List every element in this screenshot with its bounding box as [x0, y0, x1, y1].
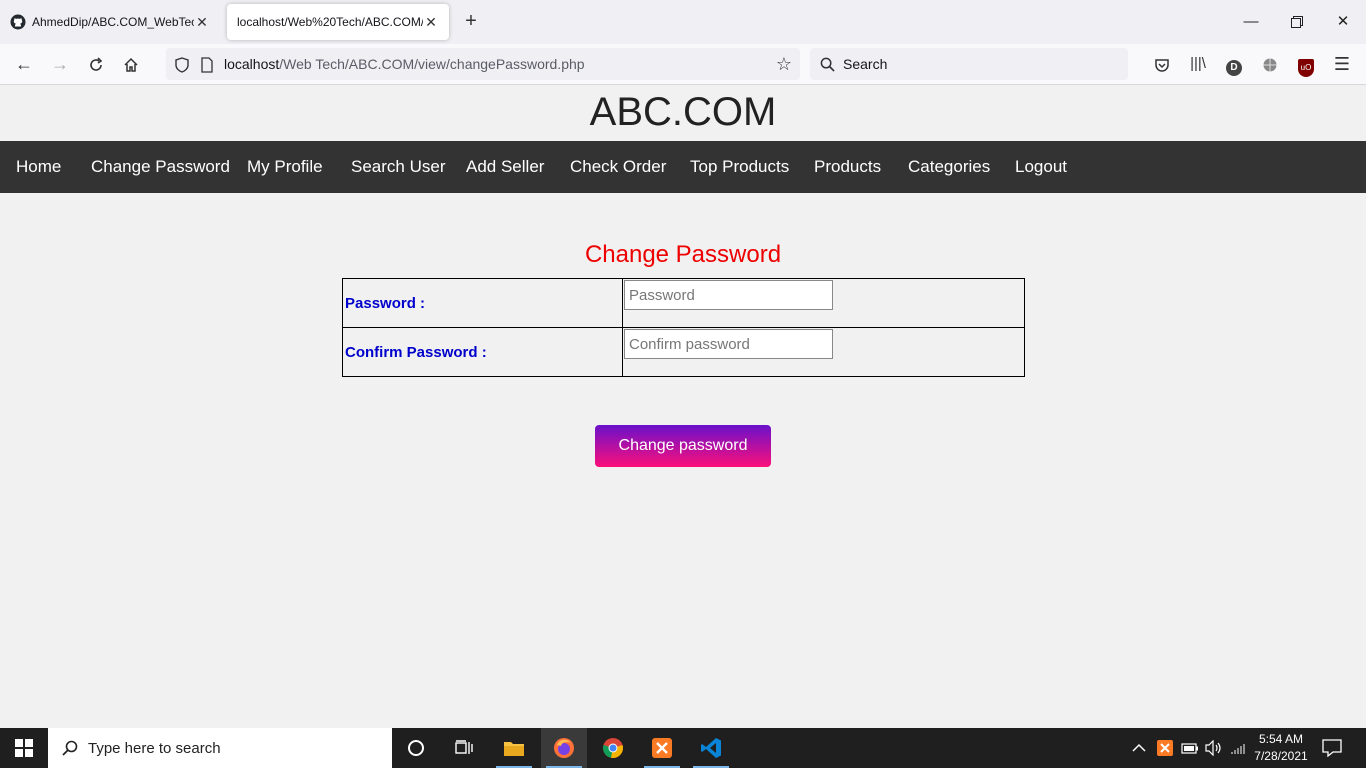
nav-products[interactable]: Products [814, 141, 881, 193]
search-placeholder: Search [843, 56, 888, 72]
restore-button[interactable] [1274, 8, 1320, 36]
nav-check-order[interactable]: Check Order [570, 141, 666, 193]
password-row: Password : [342, 278, 1025, 328]
confirm-password-row: Confirm Password : [342, 327, 1025, 377]
browser-tab-github[interactable]: AhmedDip/ABC.COM_WebTech ✕ [0, 4, 220, 40]
nav-home[interactable]: Home [16, 141, 61, 193]
back-icon[interactable]: ← [12, 52, 36, 76]
chrome-icon[interactable] [593, 728, 633, 768]
globe-icon[interactable] [1258, 52, 1282, 76]
minimize-button[interactable]: — [1228, 8, 1274, 36]
clock-date: 7/28/2021 [1254, 749, 1308, 763]
site-title: ABC.COM [589, 90, 777, 134]
address-bar[interactable]: localhost/Web Tech/ABC.COM/view/changePa… [166, 48, 800, 80]
web-page: ABC.COM Home Change Password My Profile … [0, 86, 1366, 728]
battery-icon[interactable] [1181, 728, 1199, 768]
xampp-tray-icon[interactable] [1157, 728, 1173, 768]
close-window-button[interactable]: ✕ [1320, 8, 1366, 36]
change-password-button[interactable]: Change password [595, 425, 771, 467]
nav-change-password[interactable]: Change Password [91, 141, 230, 193]
menu-icon[interactable]: ☰ [1330, 52, 1354, 76]
nav-my-profile[interactable]: My Profile [247, 141, 323, 193]
browser-search-field[interactable]: Search [810, 48, 1128, 80]
nav-logout[interactable]: Logout [1015, 141, 1067, 193]
browser-tab-localhost[interactable]: localhost/Web%20Tech/ABC.COM/ ✕ [227, 4, 449, 40]
clock-time: 5:54 AM [1258, 732, 1304, 746]
nav-top-products[interactable]: Top Products [690, 141, 789, 193]
change-password-form: Password : Confirm Password : [342, 278, 1025, 377]
confirm-password-cell [622, 327, 1025, 377]
reload-icon[interactable] [84, 52, 108, 76]
firefox-icon[interactable] [541, 728, 587, 768]
vscode-icon[interactable] [691, 728, 731, 768]
close-tab-icon[interactable]: ✕ [423, 14, 439, 31]
password-label: Password : [342, 278, 623, 328]
tab-title: AhmedDip/ABC.COM_WebTech [32, 15, 194, 29]
cortana-icon[interactable] [396, 728, 436, 768]
network-icon[interactable] [1231, 728, 1247, 768]
home-icon[interactable] [119, 52, 143, 76]
taskbar-search-box[interactable]: Type here to search [48, 728, 392, 768]
taskbar-search-placeholder: Type here to search [88, 739, 221, 757]
url-path: /Web Tech/ABC.COM/view/changePassword.ph… [279, 56, 585, 72]
tab-title: localhost/Web%20Tech/ABC.COM/ [237, 15, 423, 29]
windows-start-icon[interactable] [4, 728, 44, 768]
password-input[interactable] [624, 280, 833, 310]
xampp-icon[interactable] [642, 728, 682, 768]
library-icon[interactable]: |||\ [1186, 52, 1210, 76]
profile-initial: D [1226, 60, 1242, 76]
profile-avatar[interactable]: D [1222, 52, 1246, 76]
task-view-icon[interactable] [444, 728, 484, 768]
browser-tabstrip: AhmedDip/ABC.COM_WebTech ✕ localhost/Web… [0, 0, 1366, 44]
pocket-icon[interactable] [1150, 52, 1174, 76]
url-host: localhost [224, 56, 280, 72]
ublock-icon[interactable]: uO [1294, 52, 1318, 77]
restore-icon [1291, 16, 1303, 29]
windows-taskbar: Type here to search 5:54 AM 7/28/2021 [0, 728, 1366, 768]
browser-toolbar: ← → localhost/Web Tech/ABC.COM/view/chan… [0, 44, 1366, 85]
confirm-password-label: Confirm Password : [342, 327, 623, 377]
new-tab-button[interactable]: + [460, 10, 482, 34]
forward-icon[interactable]: → [48, 52, 72, 76]
volume-icon[interactable] [1205, 728, 1223, 768]
taskbar-clock[interactable]: 5:54 AM 7/28/2021 [1246, 731, 1316, 765]
ublock-label: uO [1298, 59, 1314, 77]
shield-icon[interactable] [174, 55, 190, 73]
tray-overflow-icon[interactable] [1132, 728, 1146, 768]
page-info-icon[interactable] [200, 55, 214, 73]
form-heading: Change Password [584, 241, 782, 268]
search-icon [820, 57, 835, 72]
main-nav: Home Change Password My Profile Search U… [0, 141, 1366, 193]
nav-search-user[interactable]: Search User [351, 141, 445, 193]
confirm-password-input[interactable] [624, 329, 833, 359]
nav-add-seller[interactable]: Add Seller [466, 141, 544, 193]
bookmark-star-icon[interactable]: ☆ [776, 54, 792, 75]
close-tab-icon[interactable]: ✕ [194, 14, 210, 31]
notifications-icon[interactable] [1322, 728, 1342, 768]
password-cell [622, 278, 1025, 328]
search-icon [62, 740, 78, 756]
file-explorer-icon[interactable] [494, 728, 534, 768]
nav-categories[interactable]: Categories [908, 141, 990, 193]
github-icon [10, 14, 26, 30]
